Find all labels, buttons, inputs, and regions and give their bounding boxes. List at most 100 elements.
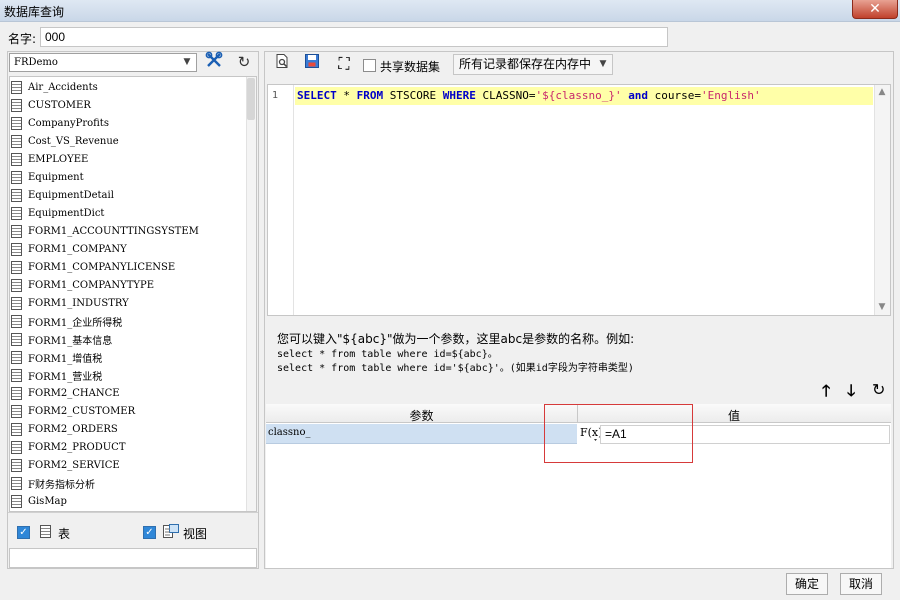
refresh-icon[interactable]: ↻: [232, 51, 256, 73]
param-hint-example: select * from table where id='${abc}'。(如…: [277, 363, 634, 374]
table-list-item[interactable]: Equipment: [11, 168, 84, 186]
table-list-item[interactable]: Cost_VS_Revenue: [11, 132, 119, 150]
table-icon: [11, 170, 22, 184]
view-filter-label: 视图: [183, 527, 208, 541]
ok-button[interactable]: 确定: [786, 573, 828, 595]
table-name: EquipmentDict: [28, 207, 105, 219]
table-list-item[interactable]: FORM1_COMPANYLICENSE: [11, 258, 175, 276]
view-icon: [163, 524, 179, 539]
table-list-item[interactable]: FORM1_企业所得税: [11, 312, 122, 330]
sql-string: 'English': [701, 89, 761, 102]
sql-keyword: WHERE: [442, 89, 476, 102]
param-column-header: 参数: [409, 409, 434, 423]
table-name: FORM1_增值税: [28, 353, 103, 365]
table-list-item[interactable]: Air_Accidents: [11, 78, 98, 96]
table-list-item[interactable]: FORM1_ACCOUNTTINGSYSTEM: [11, 222, 199, 240]
table-list-item[interactable]: FORM2_CUSTOMER: [11, 402, 135, 420]
sql-keyword: SELECT: [297, 89, 337, 102]
name-input[interactable]: 000: [40, 27, 668, 47]
sql-editor-scrollbar[interactable]: [874, 85, 890, 315]
sql-text[interactable]: SELECT * FROM STSCORE WHERE CLASSNO='${c…: [297, 89, 761, 102]
table-icon: [11, 296, 22, 310]
scroll-down-icon[interactable]: ▼: [874, 302, 890, 312]
table-list-item[interactable]: FORM1_增值税: [11, 348, 102, 366]
fullscreen-icon[interactable]: ⛶: [332, 53, 356, 75]
table-icon: [11, 134, 22, 148]
table-icon: [11, 206, 22, 220]
table-list-item[interactable]: EquipmentDetail: [11, 186, 114, 204]
close-button[interactable]: ✕: [852, 0, 898, 19]
table-icon: [11, 278, 22, 292]
table-icon: [11, 350, 22, 364]
cancel-button[interactable]: 取消: [840, 573, 882, 595]
table-icon: [11, 80, 22, 94]
scroll-up-icon[interactable]: ▲: [874, 87, 890, 97]
table-list-item[interactable]: FORM1_COMPANY: [11, 240, 127, 258]
table-name: CUSTOMER: [28, 99, 91, 111]
chevron-down-icon[interactable]: ▼: [178, 54, 196, 71]
table-list-item[interactable]: FORM1_基本信息: [11, 330, 112, 348]
window-title: 数据库查询: [4, 5, 65, 19]
table-filter-checkbox[interactable]: ✓: [17, 526, 30, 539]
table-icon: [11, 476, 22, 490]
table-filter-label: 表: [58, 527, 71, 541]
table-icon: [11, 440, 22, 454]
save-mode-select[interactable]: 所有记录都保存在内存中: [453, 54, 613, 75]
line-number-gutter: [268, 85, 294, 315]
table-name: Air_Accidents: [28, 81, 98, 93]
table-icon: [11, 332, 22, 346]
table-name: F财务指标分析: [28, 479, 95, 491]
datasource-select[interactable]: FRDemo: [9, 53, 197, 72]
share-dataset-checkbox[interactable]: [363, 59, 376, 72]
table-icon: [11, 404, 22, 418]
table-list-scrollbar[interactable]: [246, 77, 256, 511]
table-name: FORM2_ORDERS: [28, 423, 118, 435]
table-name: FORM1_企业所得税: [28, 317, 123, 329]
table-name: GisMap: [28, 495, 67, 507]
refresh-icon[interactable]: ↻: [872, 380, 885, 399]
highlight-annotation: [544, 404, 693, 463]
table-list-item[interactable]: FORM1_营业税: [11, 366, 102, 384]
param-name: classno_: [268, 427, 311, 438]
table-list-scroll-thumb[interactable]: [247, 78, 255, 120]
table-name: FORM1_ACCOUNTTINGSYSTEM: [28, 225, 199, 237]
sql-token: *: [336, 89, 357, 102]
table-icon: [11, 368, 22, 382]
table-name: FORM1_COMPANYTYPE: [28, 279, 155, 291]
table-icon: [11, 422, 22, 436]
title-bar: [0, 0, 900, 22]
table-icon: [11, 188, 22, 202]
chevron-down-icon[interactable]: ▼: [594, 55, 612, 74]
table-name: FORM1_COMPANYLICENSE: [28, 261, 176, 273]
table-list-item[interactable]: GisMap: [11, 492, 67, 510]
table-name: FORM1_COMPANY: [28, 243, 127, 255]
table-list-item[interactable]: EMPLOYEE: [11, 150, 88, 168]
connection-settings-icon[interactable]: [202, 51, 226, 73]
table-name: FORM1_INDUSTRY: [28, 297, 129, 309]
table-list-item[interactable]: EquipmentDict: [11, 204, 104, 222]
view-filter-checkbox[interactable]: ✓: [143, 526, 156, 539]
sql-editor[interactable]: [267, 84, 891, 316]
table-list-item[interactable]: FORM2_SERVICE: [11, 456, 120, 474]
table-search-input[interactable]: [9, 548, 257, 568]
table-list-item[interactable]: FORM2_ORDERS: [11, 420, 118, 438]
table-list-item[interactable]: CompanyProfits: [11, 114, 109, 132]
table-name: Cost_VS_Revenue: [28, 135, 119, 147]
param-name-cell[interactable]: [266, 424, 577, 444]
arrow-down-icon[interactable]: 🡓: [847, 380, 855, 407]
preview-icon[interactable]: [270, 53, 294, 75]
table-list-item[interactable]: FORM2_CHANCE: [11, 384, 120, 402]
table-name: FORM2_CUSTOMER: [28, 405, 136, 417]
arrow-up-icon[interactable]: 🡑: [822, 380, 830, 407]
table-list-item[interactable]: FORM1_COMPANYTYPE: [11, 276, 154, 294]
table-list-item[interactable]: F财务指标分析: [11, 474, 95, 492]
save-icon[interactable]: [300, 53, 324, 75]
table-list-item[interactable]: FORM1_INDUSTRY: [11, 294, 129, 312]
table-name: CompanyProfits: [28, 117, 109, 129]
table-icon: [11, 152, 22, 166]
table-icon: [40, 525, 51, 538]
table-name: FORM2_CHANCE: [28, 387, 120, 399]
table-list-item[interactable]: CUSTOMER: [11, 96, 91, 114]
table-list-item[interactable]: FORM2_PRODUCT: [11, 438, 126, 456]
table-icon: [11, 242, 22, 256]
